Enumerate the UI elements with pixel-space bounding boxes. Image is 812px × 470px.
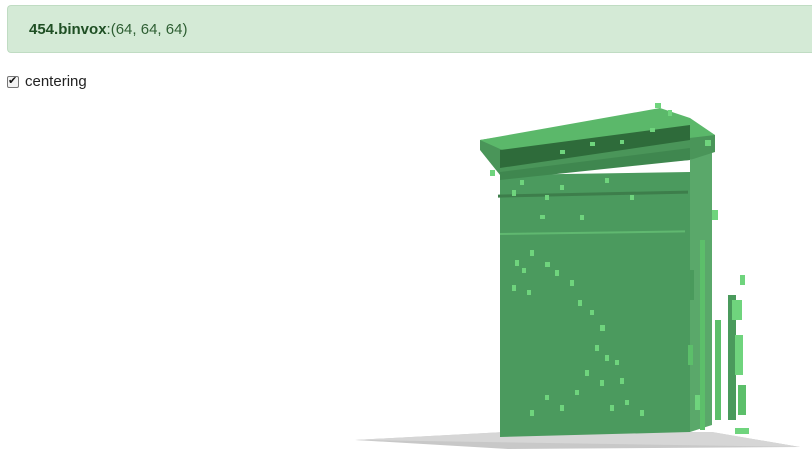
voxel-3d-viewport[interactable]: [0, 95, 812, 470]
file-info-banner: 454.binvox: (64, 64, 64): [7, 5, 812, 53]
binvox-viewer-page: 454.binvox: (64, 64, 64) ✔ centering: [0, 0, 812, 470]
voxel-front-face: [500, 172, 690, 437]
centering-option[interactable]: ✔ centering: [7, 73, 87, 90]
centering-checkbox[interactable]: ✔: [7, 73, 19, 88]
file-name: 454.binvox: [29, 20, 107, 38]
voxel-model: [480, 108, 715, 437]
voxel-dimensions: (64, 64, 64): [110, 20, 188, 38]
centering-label: centering: [25, 73, 87, 90]
checkmark-icon: ✔: [8, 73, 18, 87]
